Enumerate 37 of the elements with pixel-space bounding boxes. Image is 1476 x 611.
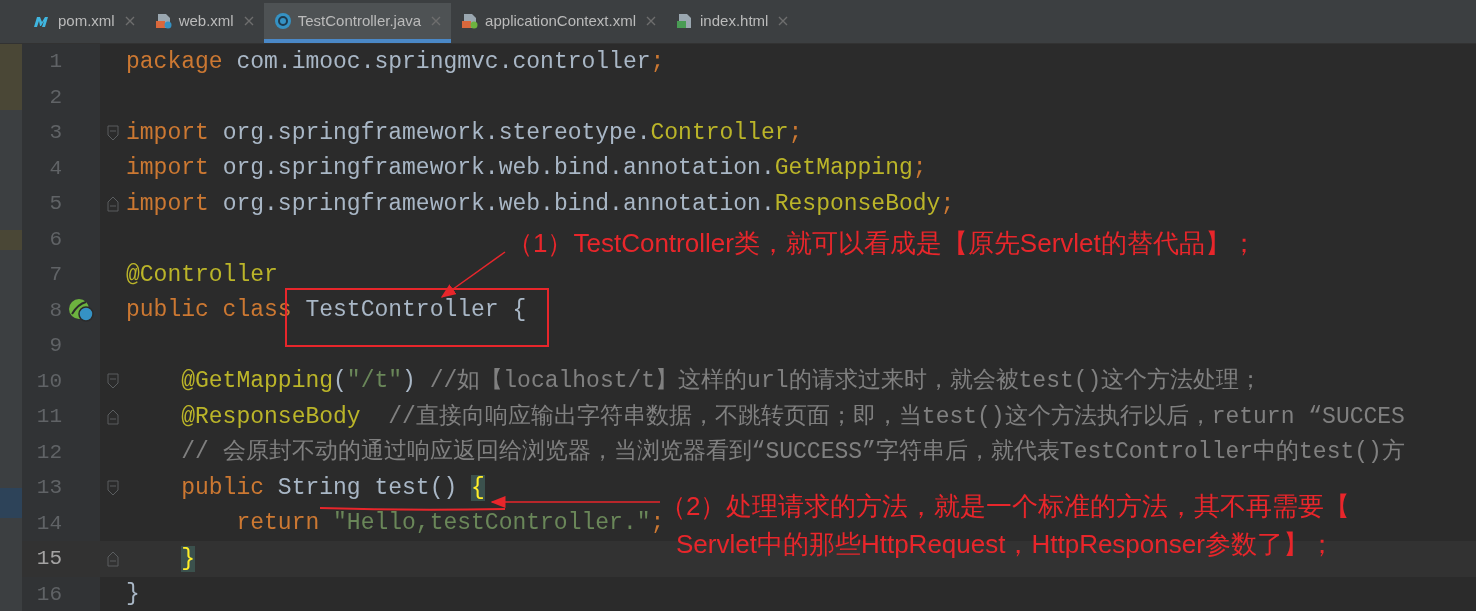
tab-label: TestController.java (297, 10, 422, 31)
editor-tab[interactable]: index.html (666, 3, 799, 43)
file-icon (461, 12, 480, 30)
fold-icon[interactable] (107, 479, 119, 496)
fold-icon[interactable] (107, 195, 119, 212)
class-icon (273, 12, 292, 30)
file-icon (154, 12, 173, 30)
code-line: } (126, 583, 140, 606)
line-number: 15 (35, 546, 62, 572)
code-line: public String test() { (180, 476, 485, 499)
fold-icon[interactable] (107, 408, 119, 425)
arrow (440, 251, 506, 298)
close-icon[interactable] (778, 16, 789, 26)
tab-label: applicationContext.xml (485, 10, 637, 31)
editor-tab[interactable]: TestController.java (263, 3, 452, 43)
close-icon[interactable] (243, 16, 254, 26)
fold-icon[interactable] (107, 550, 119, 567)
editor-tab[interactable]: web.xml (144, 3, 264, 43)
code-line: import org.springframework.stereotype.Controller; (126, 121, 803, 144)
editor-tab[interactable]: applicationContext.xml (451, 3, 667, 43)
code-line: package com.imooc.springmvc.controller; (126, 50, 665, 73)
annotation-text: Servlet中的那些HttpRequest，HttpResponser参数了】； (676, 528, 1336, 561)
tab-label: index.html (700, 10, 769, 31)
code-line: import org.springframework.web.bind.annotation.ResponseBody; (126, 192, 955, 215)
code-line: import org.springframework.web.bind.annotation.GetMapping; (126, 157, 927, 180)
close-icon[interactable] (646, 16, 657, 26)
tab-label: pom.xml (58, 10, 115, 31)
close-icon[interactable] (124, 16, 135, 26)
bean-icon[interactable] (68, 298, 94, 323)
fold-icon[interactable] (107, 124, 119, 141)
tab-label: web.xml (178, 10, 234, 31)
fold-icon[interactable] (107, 373, 119, 390)
annotation-text: （1）TestController类，就可以看成是【原先Servlet的替代品】； (507, 227, 1257, 260)
close-icon[interactable] (431, 16, 442, 26)
editor-tab[interactable]: pom.xml (22, 3, 145, 43)
code-line: @ResponseBody //直接向响应输出字符串数据，不跳转页面；即，当test()这个方法执行以后，return “SUCCES (180, 405, 1405, 428)
code-line: @Controller (126, 263, 278, 286)
